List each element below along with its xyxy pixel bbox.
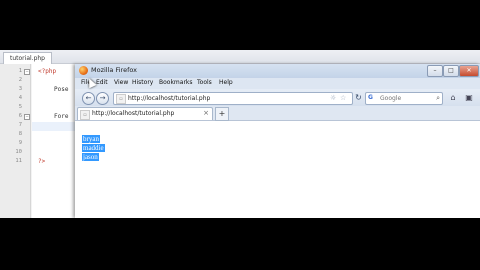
url-bar[interactable]: ▫ ☼ ☆ <box>113 92 353 105</box>
fold-toggle-icon[interactable]: − <box>24 69 30 75</box>
search-bar[interactable]: G ⌕ <box>365 92 443 105</box>
output-line: bryan <box>82 135 100 143</box>
site-identity-icon[interactable]: ▫ <box>116 94 126 104</box>
reload-icon[interactable]: ↻ <box>354 92 363 103</box>
line-number: 6 <box>18 113 22 119</box>
menu-help[interactable]: Help <box>219 79 233 86</box>
line-number: 7 <box>18 122 22 128</box>
tab-close-icon[interactable]: × <box>203 109 209 117</box>
navigation-toolbar: ← → ▫ ☼ ☆ ↻ G ⌕ ⌂ ▣ <box>75 89 480 107</box>
code-line: <?php <box>38 68 57 75</box>
fold-toggle-icon[interactable]: − <box>24 114 30 120</box>
google-engine-icon[interactable]: G <box>368 94 376 102</box>
menu-view[interactable]: View <box>114 79 128 86</box>
url-input[interactable] <box>128 94 318 103</box>
line-number: 5 <box>18 104 22 110</box>
line-number-gutter: 1 2 3 4 5 6 7 8 9 10 11 − − <box>0 64 31 218</box>
line-number: 10 <box>15 149 22 155</box>
code-line: Fore <box>54 113 69 120</box>
firefox-title-bar[interactable]: Mozilla Firefox – □ ✕ <box>75 64 480 78</box>
output-line: maddie <box>82 144 105 152</box>
firefox-logo-icon <box>79 66 88 75</box>
addon-icon[interactable]: ▣ <box>463 92 475 103</box>
menu-history[interactable]: History <box>132 79 153 86</box>
menu-tools[interactable]: Tools <box>197 79 212 86</box>
close-button[interactable]: ✕ <box>459 65 479 77</box>
line-number: 3 <box>18 86 22 92</box>
minimize-button[interactable]: – <box>427 65 443 77</box>
code-line: Pose <box>54 86 69 93</box>
tab-tutorial[interactable]: ▫ http://localhost/tutorial.php × <box>77 107 213 120</box>
search-input[interactable] <box>380 94 430 103</box>
editor-tab-bar: tutorial.php <box>0 50 480 64</box>
tab-strip: ▫ http://localhost/tutorial.php × + <box>75 106 480 121</box>
code-line: ?> <box>38 158 46 165</box>
forward-button[interactable]: → <box>96 92 109 105</box>
firefox-window: Mozilla Firefox – □ ✕ File Edit View His… <box>75 64 480 218</box>
menu-bar: File Edit View History Bookmarks Tools H… <box>75 78 480 89</box>
output-line: jason <box>82 153 99 161</box>
back-button[interactable]: ← <box>82 92 95 105</box>
tab-favicon-icon: ▫ <box>80 110 90 120</box>
editor-tab-tutorial[interactable]: tutorial.php <box>3 52 52 64</box>
page-content[interactable]: bryan maddie jason <box>75 121 480 218</box>
new-tab-button[interactable]: + <box>215 107 229 121</box>
tab-label: http://localhost/tutorial.php <box>92 110 175 117</box>
menu-bookmarks[interactable]: Bookmarks <box>159 79 193 86</box>
line-number: 11 <box>15 158 22 164</box>
line-number: 8 <box>18 131 22 137</box>
window-title: Mozilla Firefox <box>91 66 137 74</box>
line-number: 1 <box>18 68 22 74</box>
line-number: 9 <box>18 140 22 146</box>
rss-icon[interactable]: ☼ <box>330 93 336 104</box>
line-number: 2 <box>18 77 22 83</box>
menu-edit[interactable]: Edit <box>96 79 108 86</box>
home-icon[interactable]: ⌂ <box>447 92 459 103</box>
line-number: 4 <box>18 95 22 101</box>
search-icon[interactable]: ⌕ <box>436 93 440 104</box>
maximize-button[interactable]: □ <box>443 65 459 77</box>
bookmark-star-icon[interactable]: ☆ <box>340 93 346 104</box>
